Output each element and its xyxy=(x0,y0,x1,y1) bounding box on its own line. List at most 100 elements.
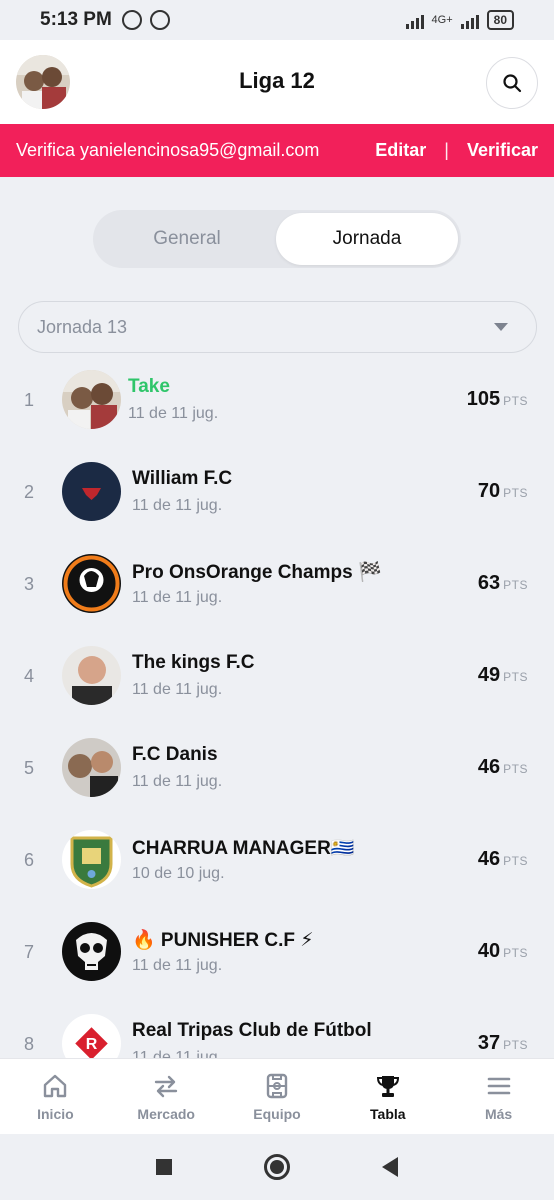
tab-jornada[interactable]: Jornada xyxy=(276,213,458,265)
team-points: 49 PTS xyxy=(478,664,528,687)
team-avatar xyxy=(62,462,121,521)
games-played: 10 de 10 jug. xyxy=(132,865,225,882)
standings-row[interactable]: 1 Take 11 de 11 jug. 105 PTS xyxy=(0,354,554,446)
standings-mode-toggle: General Jornada xyxy=(93,210,461,268)
points-value: 37 xyxy=(477,1032,501,1054)
home-button-icon[interactable] xyxy=(264,1154,290,1180)
verify-email-text: Verifica yanielencinosa95@gmail.com xyxy=(16,140,320,160)
points-value: 105 xyxy=(466,388,501,410)
standings-row[interactable]: 7 🔥 PUNISHER C.F ⚡ 11 de 11 jug. 40 PTS xyxy=(0,906,554,998)
nav-mercado[interactable]: Mercado xyxy=(111,1059,222,1134)
points-suffix: PTS xyxy=(503,578,528,592)
points-suffix: PTS xyxy=(503,486,528,500)
system-nav-bar xyxy=(0,1134,554,1200)
team-name: 🔥 PUNISHER C.F ⚡ xyxy=(132,930,314,951)
nav-label: Mercado xyxy=(137,1105,195,1122)
menu-icon xyxy=(487,1077,510,1094)
status-time: 5:13 PM xyxy=(40,9,112,30)
battery-icon: 80 xyxy=(486,10,514,30)
app-header: Liga 12 xyxy=(0,40,554,124)
team-points: 46 PTS xyxy=(478,848,528,871)
team-name: William F.C xyxy=(132,468,233,489)
svg-text:R: R xyxy=(86,1036,98,1053)
nav-equipo[interactable]: Equipo xyxy=(222,1059,333,1134)
round-select-value: Jornada 13 xyxy=(37,316,128,337)
team-avatar xyxy=(62,738,121,797)
games-played: 11 de 11 jug. xyxy=(132,681,223,698)
points-suffix: PTS xyxy=(503,854,528,868)
points-value: 70 xyxy=(477,480,501,502)
signal-icon xyxy=(405,11,424,29)
points-suffix: PTS xyxy=(503,946,528,960)
standings-row[interactable]: 4 The kings F.C 11 de 11 jug. 49 PTS xyxy=(0,630,554,722)
standings-row[interactable]: 3 Pro OnsOrange Champs 🏁 11 de 11 jug. 6… xyxy=(0,538,554,630)
network-type: 4G+ xyxy=(431,14,453,26)
rank: 8 xyxy=(24,1034,35,1054)
team-avatar xyxy=(62,554,121,613)
points-value: 49 xyxy=(477,664,501,686)
points-value: 46 xyxy=(477,756,501,778)
team-name: Take xyxy=(128,376,170,397)
pitch-icon xyxy=(266,1073,288,1098)
rank: 5 xyxy=(24,758,35,778)
points-suffix: PTS xyxy=(503,394,528,408)
team-avatar xyxy=(62,646,121,705)
rank: 2 xyxy=(24,482,35,502)
games-played: 11 de 11 jug. xyxy=(132,773,223,790)
signal-icon-2 xyxy=(460,11,479,29)
edit-email-button[interactable]: Editar xyxy=(375,140,426,161)
team-points: 46 PTS xyxy=(478,756,528,779)
points-value: 40 xyxy=(477,940,501,962)
team-avatar xyxy=(62,830,121,889)
team-points: 40 PTS xyxy=(478,940,528,963)
verify-email-banner: Verifica yanielencinosa95@gmail.com Edit… xyxy=(0,124,554,177)
search-icon xyxy=(503,74,522,93)
back-icon[interactable] xyxy=(382,1157,398,1177)
team-points: 70 PTS xyxy=(478,480,528,503)
team-avatar: R xyxy=(62,1014,121,1060)
team-name: The kings F.C xyxy=(132,652,255,673)
league-title: Liga 12 xyxy=(239,68,315,93)
team-name: Pro OnsOrange Champs 🏁 xyxy=(132,562,382,583)
bottom-nav: Inicio Mercado Equipo Tabla Más xyxy=(0,1058,554,1134)
points-suffix: PTS xyxy=(503,762,528,776)
standings-row[interactable]: 8 R Real Tripas Club de Fútbol 11 de 11 … xyxy=(0,998,554,1060)
team-points: 63 PTS xyxy=(478,572,528,595)
standings-row[interactable]: 2 William F.C 11 de 11 jug. 70 PTS xyxy=(0,446,554,538)
team-name: Real Tripas Club de Fútbol xyxy=(132,1020,372,1041)
team-name: F.C Danis xyxy=(132,744,218,765)
verify-email-button[interactable]: Verificar xyxy=(467,140,538,161)
games-played: 11 de 11 jug. xyxy=(132,957,223,974)
standings-row[interactable]: 6 CHARRUA MANAGER🇺🇾 10 de 10 jug. 46 PTS xyxy=(0,814,554,906)
standings-row[interactable]: 5 F.C Danis 11 de 11 jug. 46 PTS xyxy=(0,722,554,814)
home-icon xyxy=(44,1074,67,1097)
rank: 6 xyxy=(24,850,35,870)
tab-general[interactable]: General xyxy=(96,213,278,265)
standings-list: 1 Take 11 de 11 jug. 105 PTS 2 William F.… xyxy=(0,354,554,1060)
rank: 7 xyxy=(24,942,35,962)
points-suffix: PTS xyxy=(503,1038,528,1052)
alarm-icon xyxy=(121,10,142,30)
team-points: 37 PTS xyxy=(478,1032,528,1055)
team-avatar xyxy=(62,370,121,429)
round-select[interactable]: Jornada 13 xyxy=(18,301,537,353)
search-button[interactable] xyxy=(486,57,538,109)
trophy-icon xyxy=(376,1075,399,1097)
nav-label: Tabla xyxy=(370,1105,406,1122)
team-points: 105 PTS xyxy=(467,388,528,411)
rank: 3 xyxy=(24,574,35,594)
nav-label: Más xyxy=(484,1105,513,1122)
battery-level: 80 xyxy=(493,13,507,27)
nav-inicio[interactable]: Inicio xyxy=(0,1059,111,1134)
status-bar: 5:13 PM 4G+ 80 xyxy=(0,0,554,40)
nav-label: Inicio xyxy=(37,1105,74,1122)
points-suffix: PTS xyxy=(503,670,528,684)
nav-tabla[interactable]: Tabla xyxy=(332,1059,443,1134)
rank: 1 xyxy=(24,390,35,410)
team-name: CHARRUA MANAGER🇺🇾 xyxy=(132,838,355,859)
nav-mas[interactable]: Más xyxy=(443,1059,554,1134)
recent-apps-icon[interactable] xyxy=(156,1159,172,1175)
games-played: 11 de 11 jug. xyxy=(128,405,219,422)
team-avatar xyxy=(62,922,121,981)
transfer-icon xyxy=(154,1075,178,1097)
